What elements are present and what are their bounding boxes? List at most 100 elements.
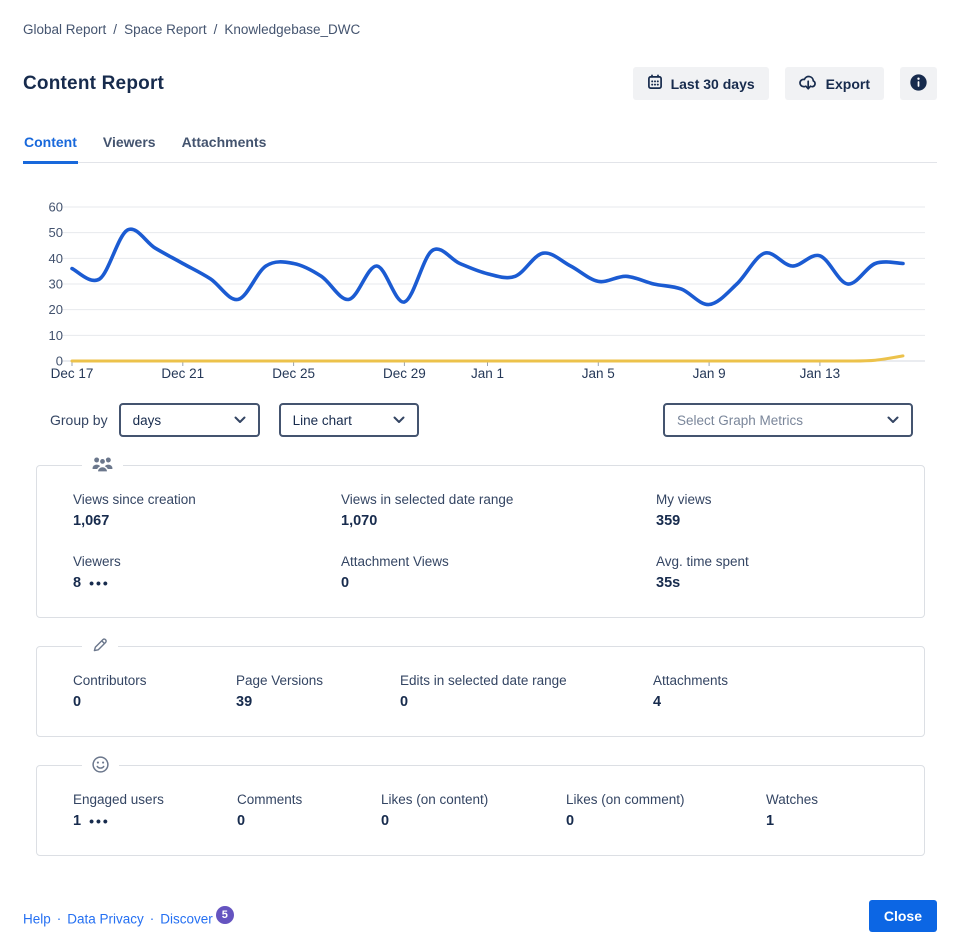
expand-stat-button[interactable]: ••• (89, 814, 110, 828)
y-axis-tick-label: 10 (49, 328, 63, 343)
views-line-chart: 0102030405060Dec 17Dec 21Dec 25Dec 29Jan… (23, 199, 937, 387)
footer-link-help[interactable]: Help (23, 911, 51, 926)
info-icon (909, 73, 928, 95)
breadcrumb-item-global-report[interactable]: Global Report (23, 22, 106, 37)
stat-label: Comments (237, 792, 381, 807)
x-axis-tick-label: Jan 5 (582, 366, 615, 381)
stat-label: Viewers (73, 554, 341, 569)
breadcrumb-item-space-report[interactable]: Space Report (124, 22, 207, 37)
header-actions: Last 30 days Export (633, 67, 937, 100)
stat-value: 0 (381, 813, 389, 829)
stat-label: Views in selected date range (341, 492, 656, 507)
stat-contributors: Contributors 0 (73, 673, 236, 710)
edits-stats-card: Contributors0Page Versions39Edits in sel… (36, 646, 925, 737)
stat-label: Contributors (73, 673, 236, 688)
graph-metrics-select[interactable]: Select Graph Metrics (663, 403, 913, 437)
stat-value: 35s (656, 575, 680, 591)
stat-label: Attachments (653, 673, 924, 688)
chart-controls: Group by days Line chart Select Graph Me… (50, 403, 937, 437)
y-axis-tick-label: 30 (49, 277, 63, 292)
stat-value: 8 (73, 575, 81, 591)
stat-engaged-users: Engaged users 1 ••• (73, 792, 237, 829)
y-axis-tick-label: 50 (49, 225, 63, 240)
x-axis-tick-label: Dec 25 (272, 366, 315, 381)
breadcrumb: Global Report / Space Report / Knowledgebase… (23, 22, 937, 37)
date-range-button[interactable]: Last 30 days (633, 67, 769, 100)
stat-value: 359 (656, 513, 680, 529)
group-by-select[interactable]: days (119, 403, 260, 437)
series-line-views (72, 229, 903, 304)
stat-label: Views since creation (73, 492, 341, 507)
close-button[interactable]: Close (869, 900, 937, 932)
x-axis-tick-label: Dec 29 (383, 366, 426, 381)
stat-attachments: Attachments 4 (653, 673, 924, 710)
footer-link-data-privacy[interactable]: Data Privacy (67, 911, 144, 926)
expand-stat-button[interactable]: ••• (89, 576, 110, 590)
tab-viewers[interactable]: Viewers (102, 130, 157, 164)
smiley-icon (82, 755, 119, 774)
stat-label: Page Versions (236, 673, 400, 688)
stat-label: My views (656, 492, 924, 507)
export-label: Export (826, 76, 870, 92)
export-button[interactable]: Export (785, 67, 884, 100)
stat-value: 0 (400, 694, 408, 710)
series-line-baseline (72, 356, 903, 361)
footer-separator: · (150, 911, 155, 926)
stat-likes-on-content: Likes (on content) 0 (381, 792, 566, 829)
chart-canvas: 0102030405060Dec 17Dec 21Dec 25Dec 29Jan… (23, 199, 935, 387)
stat-viewers: Viewers 8 ••• (73, 554, 341, 591)
stat-value: 1,070 (341, 513, 377, 529)
stat-comments: Comments0 (237, 792, 381, 829)
group-by-label: Group by (50, 412, 108, 428)
stat-value: 0 (73, 694, 81, 710)
stat-value: 0 (566, 813, 574, 829)
chart-type-value: Line chart (293, 413, 352, 428)
footer: Help · Data Privacy · Discover5 Close (23, 900, 937, 932)
stat-value: 4 (653, 694, 661, 710)
y-axis-tick-label: 40 (49, 251, 63, 266)
chart-type-select[interactable]: Line chart (279, 403, 419, 437)
stat-value: 39 (236, 694, 252, 710)
stat-value: 0 (341, 575, 349, 591)
stat-page-versions: Page Versions 39 (236, 673, 400, 710)
stat-my-views: My views 359 (656, 492, 924, 529)
date-range-label: Last 30 days (671, 76, 755, 92)
footer-links: Help · Data Privacy · Discover5 (23, 906, 234, 927)
stat-label: Likes (on comment) (566, 792, 766, 807)
stat-edits-in-selected-date-range: Edits in selected date range 0 (400, 673, 653, 710)
header: Content Report Last 30 days (23, 67, 937, 100)
stat-label: Edits in selected date range (400, 673, 653, 688)
stat-attachment-views: Attachment Views0 (341, 554, 656, 591)
pencil-icon (82, 636, 118, 654)
chevron-down-icon (234, 416, 246, 424)
stat-value: 1 (766, 813, 774, 829)
tab-bar: Content Viewers Attachments (23, 130, 937, 163)
info-button[interactable] (900, 67, 937, 100)
stat-label: Likes (on content) (381, 792, 566, 807)
stat-value: 1 (73, 813, 81, 829)
stat-watches: Watches1 (766, 792, 924, 829)
group-by-value: days (133, 413, 162, 428)
chevron-down-icon (887, 416, 899, 424)
stat-views-since-creation: Views since creation1,067 (73, 492, 341, 529)
y-axis-tick-label: 60 (49, 200, 63, 215)
x-axis-tick-label: Jan 1 (471, 366, 504, 381)
stat-label: Engaged users (73, 792, 237, 807)
breadcrumb-item-knowledgebase-dwc[interactable]: Knowledgebase_DWC (224, 22, 360, 37)
tab-attachments[interactable]: Attachments (181, 130, 268, 164)
people-icon (82, 455, 123, 473)
x-axis-tick-label: Dec 21 (161, 366, 204, 381)
stat-avg-time-spent: Avg. time spent35s (656, 554, 924, 591)
breadcrumb-separator: / (113, 22, 117, 37)
discover-count-badge[interactable]: 5 (216, 906, 234, 924)
footer-separator: · (57, 911, 62, 926)
tab-content[interactable]: Content (23, 130, 78, 164)
footer-link-discover[interactable]: Discover (160, 911, 213, 926)
cloud-download-icon (799, 74, 818, 93)
engagement-stats-card: Engaged users1•••Comments0Likes (on cont… (36, 765, 925, 856)
graph-metrics-placeholder: Select Graph Metrics (677, 413, 803, 428)
views-stats-card: Views since creation1,067Views in select… (36, 465, 925, 618)
breadcrumb-separator: / (214, 22, 218, 37)
stat-views-in-selected-date-range: Views in selected date range 1,070 (341, 492, 656, 529)
content-report-dialog: Global Report / Space Report / Knowledgebase… (0, 0, 960, 942)
